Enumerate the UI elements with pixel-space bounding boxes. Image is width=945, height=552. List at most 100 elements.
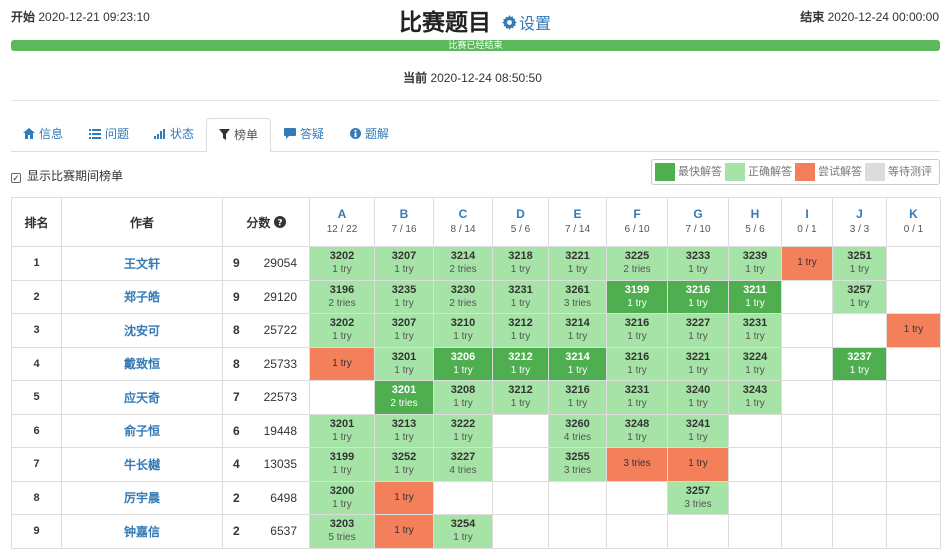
problem-cell[interactable]: 3257 3 tries — [667, 480, 729, 515]
submission-id[interactable]: 3222 — [434, 417, 492, 431]
submission-id[interactable]: 3212 — [493, 316, 548, 330]
problem-cell[interactable]: 3202 1 try — [309, 246, 375, 281]
problem-cell[interactable]: 1 try — [309, 346, 375, 381]
problem-header-a[interactable]: A 12 / 22 — [309, 197, 375, 247]
submission-id[interactable]: 3210 — [434, 316, 492, 330]
submission-id[interactable]: 3218 — [493, 249, 548, 263]
problem-cell[interactable]: 3222 1 try — [433, 413, 493, 448]
problem-cell[interactable]: 3203 5 tries — [309, 514, 375, 549]
submission-id[interactable]: 3255 — [549, 450, 606, 464]
author-link[interactable]: 沈安可 — [61, 313, 223, 348]
problem-cell[interactable]: 3227 4 tries — [433, 447, 493, 482]
problem-cell[interactable]: 3241 1 try — [667, 413, 729, 448]
submission-id[interactable]: 3216 — [668, 283, 728, 297]
submission-id[interactable]: 3252 — [375, 450, 433, 464]
problem-cell[interactable]: 3211 1 try — [728, 279, 782, 314]
submission-id[interactable]: 3216 — [549, 383, 606, 397]
submission-id[interactable]: 3227 — [668, 316, 728, 330]
tab-ranklist[interactable]: 榜单 — [206, 118, 272, 153]
author-link[interactable]: 牛长樾 — [61, 447, 223, 482]
problem-header-c[interactable]: C8 / 14 — [433, 197, 493, 247]
problem-cell[interactable]: 3248 1 try — [606, 413, 668, 448]
problem-cell[interactable]: 3214 1 try — [548, 346, 607, 381]
submission-id[interactable]: 3201 — [375, 350, 433, 364]
problem-cell[interactable]: 3251 1 try — [832, 246, 887, 281]
submission-id[interactable]: 3216 — [607, 350, 667, 364]
author-link[interactable]: 戴致恒 — [61, 346, 223, 381]
problem-cell[interactable]: 3212 1 try — [492, 346, 549, 381]
submission-id[interactable]: 3261 — [549, 283, 606, 297]
problem-header-b[interactable]: B7 / 16 — [374, 197, 434, 247]
problem-cell[interactable]: 3201 1 try — [309, 413, 375, 448]
submission-id[interactable]: 3241 — [668, 417, 728, 431]
problem-cell[interactable]: 3255 3 tries — [548, 447, 607, 482]
problem-cell[interactable]: 3231 1 try — [728, 313, 782, 348]
submission-id[interactable]: 3199 — [607, 283, 667, 297]
submission-id[interactable]: 3257 — [668, 484, 728, 498]
problem-cell[interactable]: 3213 1 try — [374, 413, 434, 448]
author-link[interactable]: 厉宇晨 — [61, 480, 223, 515]
submission-id[interactable]: 3214 — [549, 350, 606, 364]
submission-id[interactable]: 3221 — [549, 249, 606, 263]
problem-cell[interactable]: 3 tries — [606, 447, 668, 482]
submission-id[interactable]: 3235 — [375, 283, 433, 297]
problem-cell[interactable]: 3230 2 tries — [433, 279, 493, 314]
problem-cell[interactable]: 3199 1 try — [606, 279, 668, 314]
submission-id[interactable]: 3227 — [434, 450, 492, 464]
submission-id[interactable]: 3240 — [668, 383, 728, 397]
submission-id[interactable]: 3202 — [310, 249, 374, 263]
submission-id[interactable]: 3257 — [833, 283, 886, 297]
problem-cell[interactable]: 1 try — [374, 480, 434, 515]
problem-cell[interactable]: 3216 1 try — [606, 313, 668, 348]
submission-id[interactable]: 3237 — [833, 350, 886, 364]
author-link[interactable]: 应天奇 — [61, 380, 223, 415]
submission-id[interactable]: 3243 — [729, 383, 781, 397]
submission-id[interactable]: 3207 — [375, 316, 433, 330]
problem-cell[interactable]: 3231 1 try — [492, 279, 549, 314]
settings-link[interactable]: 设置 — [502, 10, 551, 34]
problem-cell[interactable]: 3224 1 try — [728, 346, 782, 381]
problem-cell[interactable]: 3212 1 try — [492, 380, 549, 415]
problem-header-g[interactable]: G7 / 10 — [667, 197, 729, 247]
problem-cell[interactable]: 3261 3 tries — [548, 279, 607, 314]
problem-cell[interactable]: 1 try — [886, 313, 941, 348]
problem-cell[interactable]: 3216 1 try — [548, 380, 607, 415]
problem-cell[interactable]: 3243 1 try — [728, 380, 782, 415]
submission-id[interactable]: 3214 — [434, 249, 492, 263]
problem-header-h[interactable]: H5 / 6 — [728, 197, 782, 247]
submission-id[interactable]: 3201 — [375, 383, 433, 397]
problem-cell[interactable]: 3240 1 try — [667, 380, 729, 415]
submission-id[interactable]: 3214 — [549, 316, 606, 330]
problem-header-d[interactable]: D5 / 6 — [492, 197, 549, 247]
problem-cell[interactable]: 3200 1 try — [309, 480, 375, 515]
submission-id[interactable]: 3233 — [668, 249, 728, 263]
submission-id[interactable]: 3231 — [493, 283, 548, 297]
problem-cell[interactable]: 3201 1 try — [374, 346, 434, 381]
submission-id[interactable]: 3208 — [434, 383, 492, 397]
problem-cell[interactable]: 3231 1 try — [606, 380, 668, 415]
submission-id[interactable]: 3196 — [310, 283, 374, 297]
problem-header-j[interactable]: J3 / 3 — [832, 197, 887, 247]
submission-id[interactable]: 3254 — [434, 517, 492, 531]
submission-id[interactable]: 3231 — [607, 383, 667, 397]
submission-id[interactable]: 3221 — [668, 350, 728, 364]
submission-id[interactable]: 3248 — [607, 417, 667, 431]
submission-id[interactable]: 3212 — [493, 383, 548, 397]
tab-problems[interactable]: 问题 — [77, 118, 141, 152]
problem-cell[interactable]: 3260 4 tries — [548, 413, 607, 448]
submission-id[interactable]: 3203 — [310, 517, 374, 531]
problem-cell[interactable]: 3214 2 tries — [433, 246, 493, 281]
tab-solutions[interactable]: 题解 — [338, 118, 401, 152]
problem-cell[interactable]: 3237 1 try — [832, 346, 887, 381]
problem-cell[interactable]: 3254 1 try — [433, 514, 493, 549]
submission-id[interactable]: 3199 — [310, 450, 374, 464]
problem-header-k[interactable]: K0 / 1 — [886, 197, 941, 247]
problem-cell[interactable]: 1 try — [374, 514, 434, 549]
problem-cell[interactable]: 3216 1 try — [667, 279, 729, 314]
problem-cell[interactable]: 3221 1 try — [548, 246, 607, 281]
problem-cell[interactable]: 3221 1 try — [667, 346, 729, 381]
submission-id[interactable]: 3202 — [310, 316, 374, 330]
problem-cell[interactable]: 1 try — [667, 447, 729, 482]
submission-id[interactable]: 3213 — [375, 417, 433, 431]
problem-cell[interactable]: 3252 1 try — [374, 447, 434, 482]
